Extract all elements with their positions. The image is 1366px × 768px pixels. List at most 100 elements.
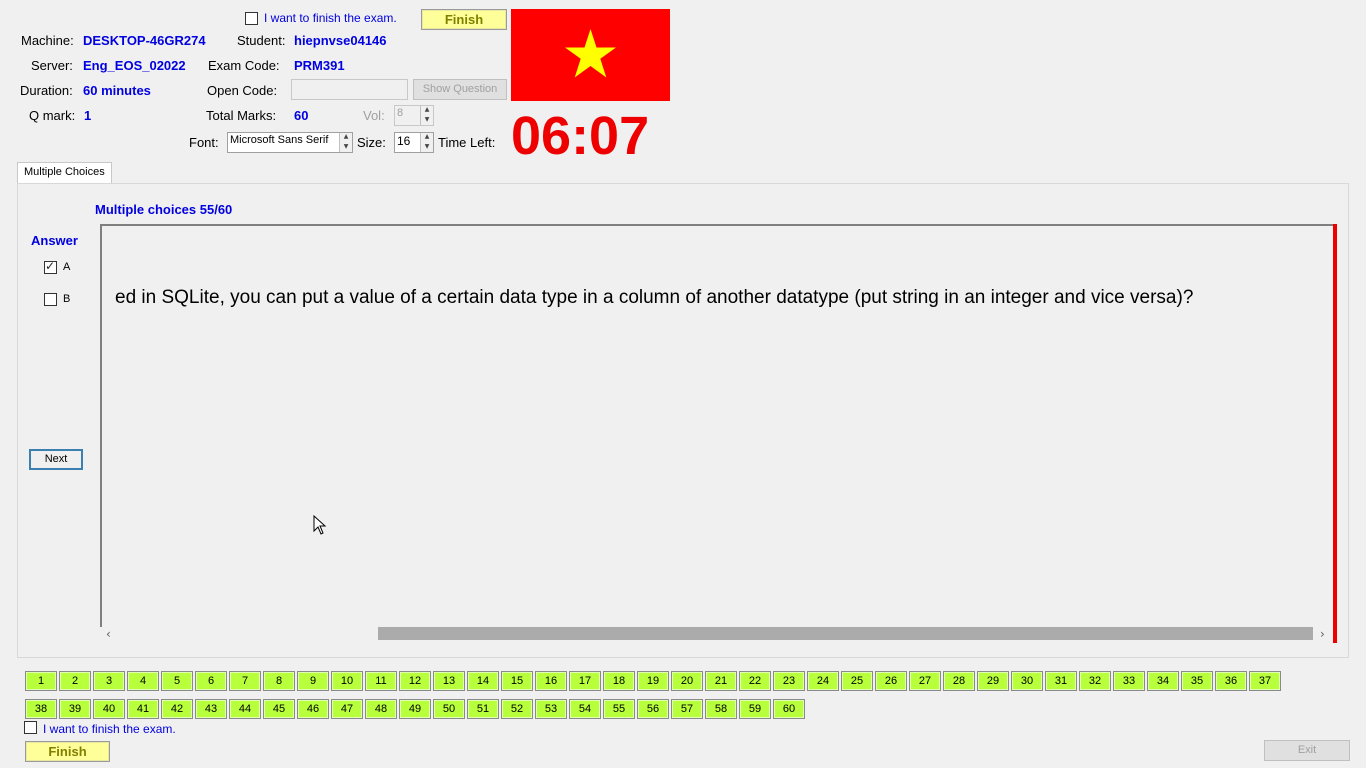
question-number-button-58[interactable]: 58 [705, 699, 737, 719]
size-spin-buttons[interactable]: ▲ ▼ [420, 133, 433, 152]
question-number-button-22[interactable]: 22 [739, 671, 771, 691]
question-number-button-3[interactable]: 3 [93, 671, 125, 691]
question-number-button-11[interactable]: 11 [365, 671, 397, 691]
question-number-button-40[interactable]: 40 [93, 699, 125, 719]
question-number-button-19[interactable]: 19 [637, 671, 669, 691]
total-marks-value: 60 [294, 108, 309, 123]
finish-exam-checkbox-top[interactable] [245, 12, 258, 25]
question-number-button-60[interactable]: 60 [773, 699, 805, 719]
question-number-button-34[interactable]: 34 [1147, 671, 1179, 691]
next-button[interactable]: Next [29, 449, 83, 470]
question-number-button-6[interactable]: 6 [195, 671, 227, 691]
font-spin-buttons[interactable]: ▲ ▼ [339, 133, 352, 152]
question-number-button-55[interactable]: 55 [603, 699, 635, 719]
question-number-button-39[interactable]: 39 [59, 699, 91, 719]
question-number-button-14[interactable]: 14 [467, 671, 499, 691]
question-number-button-4[interactable]: 4 [127, 671, 159, 691]
size-label: Size: [357, 135, 386, 150]
question-number-button-17[interactable]: 17 [569, 671, 601, 691]
duration-value: 60 minutes [83, 83, 151, 98]
open-code-label: Open Code: [207, 83, 278, 98]
question-number-button-1[interactable]: 1 [25, 671, 57, 691]
question-number-button-43[interactable]: 43 [195, 699, 227, 719]
spin-up-icon: ▲ [424, 106, 430, 113]
spin-up-icon: ▲ [343, 133, 349, 140]
question-number-button-13[interactable]: 13 [433, 671, 465, 691]
question-number-button-50[interactable]: 50 [433, 699, 465, 719]
question-number-button-24[interactable]: 24 [807, 671, 839, 691]
question-number-button-25[interactable]: 25 [841, 671, 873, 691]
finish-exam-checkbox-bottom[interactable] [24, 721, 37, 734]
vol-stepper[interactable]: 8 ▲ ▼ [394, 105, 434, 126]
question-number-button-56[interactable]: 56 [637, 699, 669, 719]
qmark-label: Q mark: [29, 108, 76, 123]
question-number-button-53[interactable]: 53 [535, 699, 567, 719]
machine-value: DESKTOP-46GR274 [83, 33, 206, 48]
size-stepper[interactable]: 16 ▲ ▼ [394, 132, 434, 153]
question-number-button-7[interactable]: 7 [229, 671, 261, 691]
size-value: 16 [397, 134, 411, 148]
question-number-button-15[interactable]: 15 [501, 671, 533, 691]
scroll-left-icon[interactable]: ‹ [106, 627, 111, 641]
question-number-button-8[interactable]: 8 [263, 671, 295, 691]
question-number-button-31[interactable]: 31 [1045, 671, 1077, 691]
horizontal-scrollbar[interactable]: ‹ › [102, 627, 1333, 643]
server-value: Eng_EOS_02022 [83, 58, 186, 73]
question-text: ed in SQLite, you can put a value of a c… [115, 287, 1194, 308]
finish-button-top[interactable]: Finish [421, 9, 507, 30]
finish-exam-checkbox-top-label: I want to finish the exam. [264, 11, 397, 25]
question-number-button-46[interactable]: 46 [297, 699, 329, 719]
question-number-button-10[interactable]: 10 [331, 671, 363, 691]
question-number-button-26[interactable]: 26 [875, 671, 907, 691]
question-number-button-47[interactable]: 47 [331, 699, 363, 719]
vol-spin-buttons[interactable]: ▲ ▼ [420, 106, 433, 125]
question-number-button-38[interactable]: 38 [25, 699, 57, 719]
option-a-checkbox[interactable] [44, 259, 57, 274]
question-number-button-42[interactable]: 42 [161, 699, 193, 719]
question-number-button-35[interactable]: 35 [1181, 671, 1213, 691]
answer-label: Answer [31, 233, 78, 248]
question-number-button-9[interactable]: 9 [297, 671, 329, 691]
question-number-button-18[interactable]: 18 [603, 671, 635, 691]
tab-multiple-choices[interactable]: Multiple Choices [17, 162, 112, 183]
question-number-button-27[interactable]: 27 [909, 671, 941, 691]
question-number-button-21[interactable]: 21 [705, 671, 737, 691]
scroll-right-icon[interactable]: › [1320, 627, 1325, 641]
question-number-button-57[interactable]: 57 [671, 699, 703, 719]
star-icon [565, 29, 616, 78]
font-selector[interactable]: Microsoft Sans Serif ▲ ▼ [227, 132, 353, 153]
vietnam-flag [511, 9, 670, 101]
question-number-button-33[interactable]: 33 [1113, 671, 1145, 691]
question-text-box[interactable]: ed in SQLite, you can put a value of a c… [100, 224, 1333, 627]
question-number-button-52[interactable]: 52 [501, 699, 533, 719]
question-number-button-29[interactable]: 29 [977, 671, 1009, 691]
question-number-button-37[interactable]: 37 [1249, 671, 1281, 691]
exit-button[interactable]: Exit [1264, 740, 1350, 761]
question-number-button-44[interactable]: 44 [229, 699, 261, 719]
option-b-checkbox[interactable] [44, 293, 57, 306]
question-number-button-36[interactable]: 36 [1215, 671, 1247, 691]
question-number-button-28[interactable]: 28 [943, 671, 975, 691]
question-number-button-30[interactable]: 30 [1011, 671, 1043, 691]
question-number-button-59[interactable]: 59 [739, 699, 771, 719]
show-question-button[interactable]: Show Question [413, 79, 507, 100]
question-number-button-51[interactable]: 51 [467, 699, 499, 719]
scrollbar-thumb[interactable] [378, 627, 1313, 640]
student-value: hiepnvse04146 [294, 33, 387, 48]
question-number-button-16[interactable]: 16 [535, 671, 567, 691]
question-number-button-48[interactable]: 48 [365, 699, 397, 719]
time-left-value: 06:07 [511, 106, 650, 166]
question-number-button-2[interactable]: 2 [59, 671, 91, 691]
question-number-button-45[interactable]: 45 [263, 699, 295, 719]
question-number-button-5[interactable]: 5 [161, 671, 193, 691]
question-number-button-54[interactable]: 54 [569, 699, 601, 719]
question-number-button-32[interactable]: 32 [1079, 671, 1111, 691]
question-number-button-12[interactable]: 12 [399, 671, 431, 691]
question-number-button-49[interactable]: 49 [399, 699, 431, 719]
question-number-button-20[interactable]: 20 [671, 671, 703, 691]
open-code-input[interactable] [291, 79, 408, 100]
question-number-button-41[interactable]: 41 [127, 699, 159, 719]
finish-button-bottom[interactable]: Finish [25, 741, 110, 762]
question-number-button-23[interactable]: 23 [773, 671, 805, 691]
option-b-label: B [63, 293, 71, 305]
